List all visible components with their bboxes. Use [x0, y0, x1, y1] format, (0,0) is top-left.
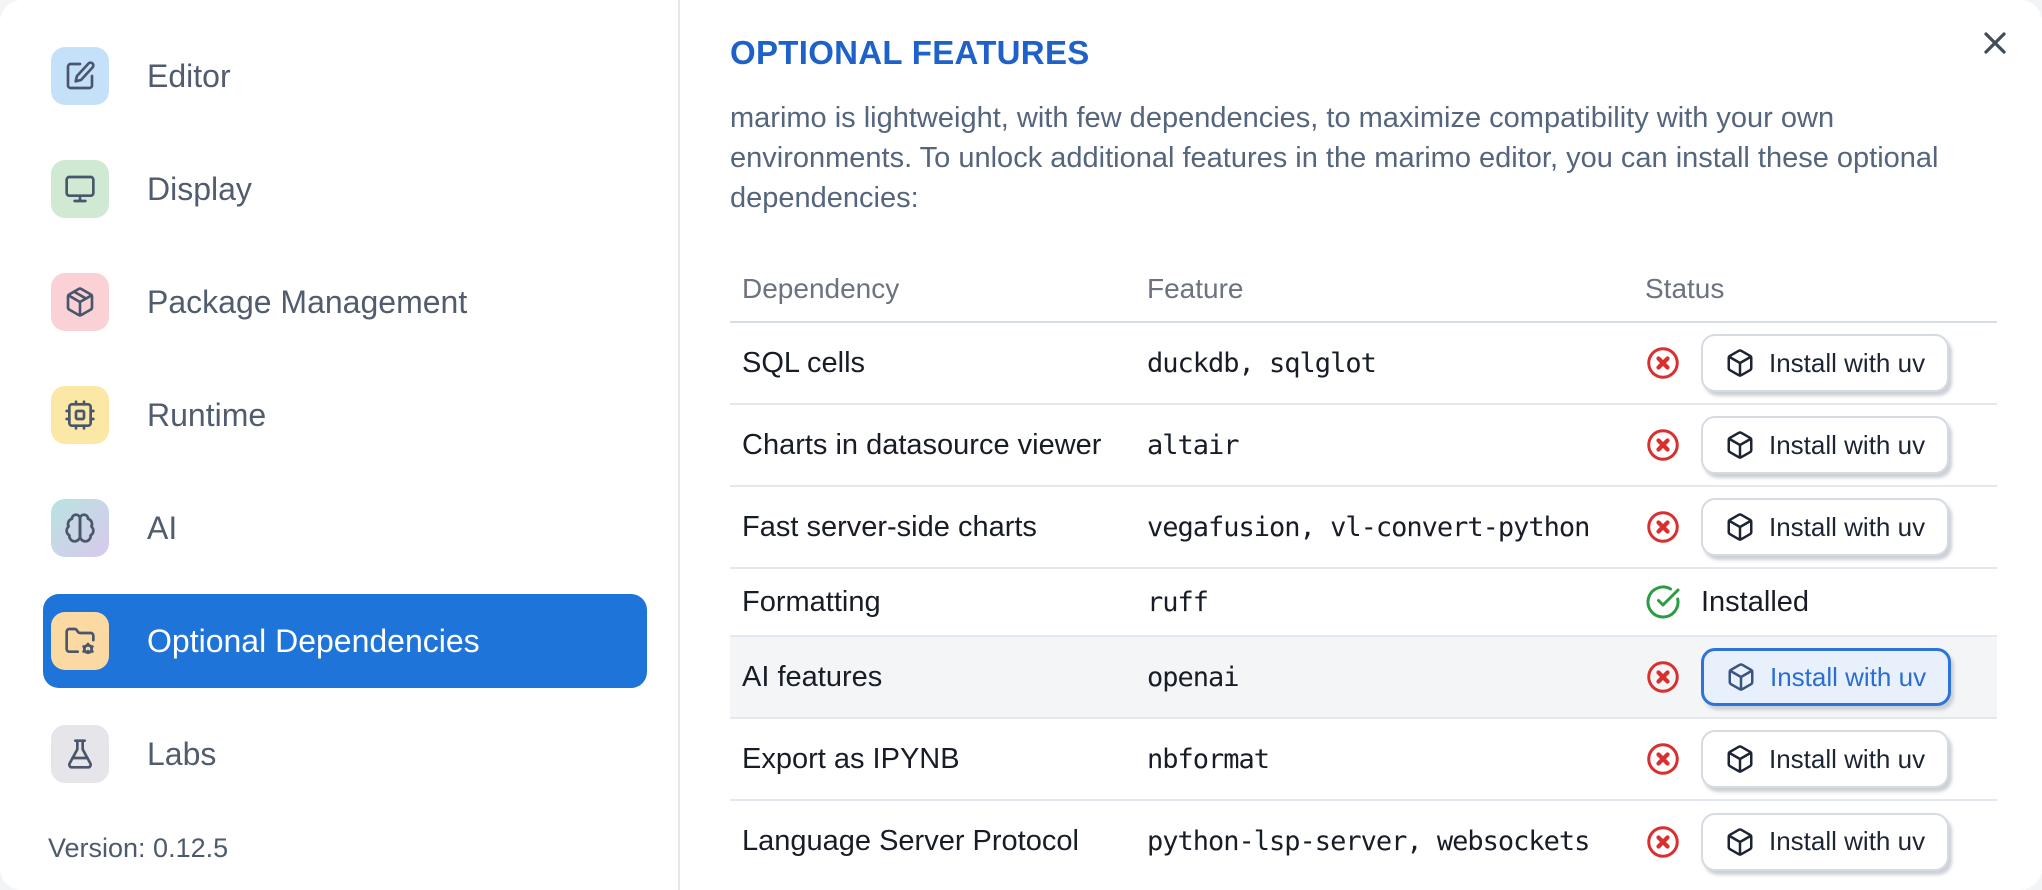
table-row-charts-in-datasource-viewer: Charts in datasource viewer altair Insta… [730, 404, 1997, 488]
circle-x-icon [1645, 345, 1681, 381]
sidebar-item-editor[interactable]: Editor [43, 29, 647, 123]
sidebar-item-package-management[interactable]: Package Management [43, 255, 647, 349]
install-button-label: Install with uv [1769, 429, 1926, 460]
close-icon[interactable] [1972, 20, 2018, 66]
feature-packages: duckdb, sqlglot [1147, 347, 1377, 379]
feature-packages: vegafusion, vl-convert-python [1147, 511, 1590, 543]
sidebar-item-ai[interactable]: AI [43, 481, 647, 575]
column-header-feature: Feature [1147, 256, 1645, 324]
box-icon [1726, 662, 1756, 692]
dependency-name: Language Server Protocol [742, 825, 1079, 858]
table-row-export-as-ipynb: Export as IPYNB nbformat Install with uv [730, 718, 1997, 802]
status-cell: Installed [1645, 584, 1997, 620]
sidebar-item-label: Optional Dependencies [147, 622, 480, 659]
settings-dialog: Editor Display Package Management Runtim… [0, 0, 2042, 890]
dependency-name: Charts in datasource viewer [742, 428, 1102, 461]
install-button-label: Install with uv [1769, 347, 1926, 378]
page-title: OPTIONAL FEATURES [730, 34, 1090, 71]
sidebar-item-label: AI [147, 509, 178, 546]
install-with-uv-button[interactable]: Install with uv [1701, 648, 1952, 707]
sidebar-item-label: Editor [147, 57, 231, 94]
status-cell: Install with uv [1645, 812, 1997, 871]
sidebar-item-label: Runtime [147, 396, 267, 433]
table-row-language-server-protocol: Language Server Protocol python-lsp-serv… [730, 800, 1997, 882]
dependency-name: Export as IPYNB [742, 742, 960, 775]
install-button-label: Install with uv [1769, 743, 1926, 774]
dependency-name: SQL cells [742, 346, 866, 379]
panel-description: marimo is lightweight, with few dependen… [730, 102, 1939, 215]
install-button-label: Install with uv [1769, 511, 1926, 542]
settings-sidebar: Editor Display Package Management Runtim… [0, 0, 680, 890]
optional-features-panel: OPTIONAL FEATURES marimo is lightweight,… [680, 0, 2042, 890]
cpu-icon [51, 386, 109, 444]
table-row-sql-cells: SQL cells duckdb, sqlglot Install with u… [730, 322, 1997, 406]
installed-status-label: Installed [1701, 585, 1810, 618]
status-cell: Install with uv [1645, 498, 1997, 557]
dependency-name: Fast server-side charts [742, 510, 1037, 543]
table-row-fast-server-side-charts: Fast server-side charts vegafusion, vl-c… [730, 486, 1997, 570]
circle-x-icon [1645, 824, 1681, 860]
box-icon [1725, 744, 1755, 774]
flask-icon [51, 725, 109, 783]
version-label: Version: 0.12.5 [48, 833, 229, 863]
install-button-label: Install with uv [1770, 661, 1927, 692]
sidebar-item-labs[interactable]: Labs [43, 707, 647, 801]
circle-x-icon [1645, 509, 1681, 545]
install-with-uv-button[interactable]: Install with uv [1701, 334, 1950, 393]
circle-check-icon [1645, 584, 1681, 620]
sidebar-item-label: Package Management [147, 283, 468, 320]
status-cell: Install with uv [1645, 730, 1997, 789]
box-icon [1725, 512, 1755, 542]
sidebar-item-optional-dependencies[interactable]: Optional Dependencies [43, 594, 647, 688]
sidebar-item-display[interactable]: Display [43, 142, 647, 236]
feature-packages: python-lsp-server, websockets [1147, 826, 1590, 858]
install-button-label: Install with uv [1769, 826, 1926, 857]
install-with-uv-button[interactable]: Install with uv [1701, 498, 1950, 557]
install-with-uv-button[interactable]: Install with uv [1701, 812, 1950, 871]
feature-packages: openai [1147, 661, 1240, 693]
sidebar-item-label: Display [147, 170, 252, 207]
status-cell: Install with uv [1645, 334, 1997, 393]
sidebar-item-runtime[interactable]: Runtime [43, 368, 647, 462]
feature-packages: altair [1147, 429, 1240, 461]
status-cell: Install with uv [1645, 416, 1997, 475]
feature-packages: nbformat [1147, 743, 1270, 775]
sidebar-item-label: Labs [147, 735, 217, 772]
install-with-uv-button[interactable]: Install with uv [1701, 730, 1950, 789]
column-header-dependency: Dependency [730, 256, 1147, 324]
box-icon [1725, 430, 1755, 460]
column-header-status: Status [1645, 256, 1997, 324]
circle-x-icon [1645, 741, 1681, 777]
box-icon [1725, 348, 1755, 378]
install-with-uv-button[interactable]: Install with uv [1701, 416, 1950, 475]
monitor-icon [51, 160, 109, 218]
package-icon [51, 273, 109, 331]
circle-x-icon [1645, 659, 1681, 695]
box-icon [1725, 827, 1755, 857]
dependency-name: Formatting [742, 585, 881, 618]
table-row-ai-features: AI features openai Install with uv [730, 636, 1997, 720]
dependency-name: AI features [742, 660, 883, 693]
feature-packages: ruff [1147, 586, 1209, 618]
status-cell: Install with uv [1645, 648, 1997, 707]
sidebar-nav: Editor Display Package Management Runtim… [43, 29, 647, 801]
brain-icon [51, 499, 109, 557]
square-pen-icon [51, 47, 109, 105]
optional-features-table: Dependency Feature Status SQL cells duck… [730, 256, 1997, 882]
circle-x-icon [1645, 427, 1681, 463]
folder-cog-icon [51, 612, 109, 670]
table-row-formatting: Formatting ruff Installed [730, 568, 1997, 638]
